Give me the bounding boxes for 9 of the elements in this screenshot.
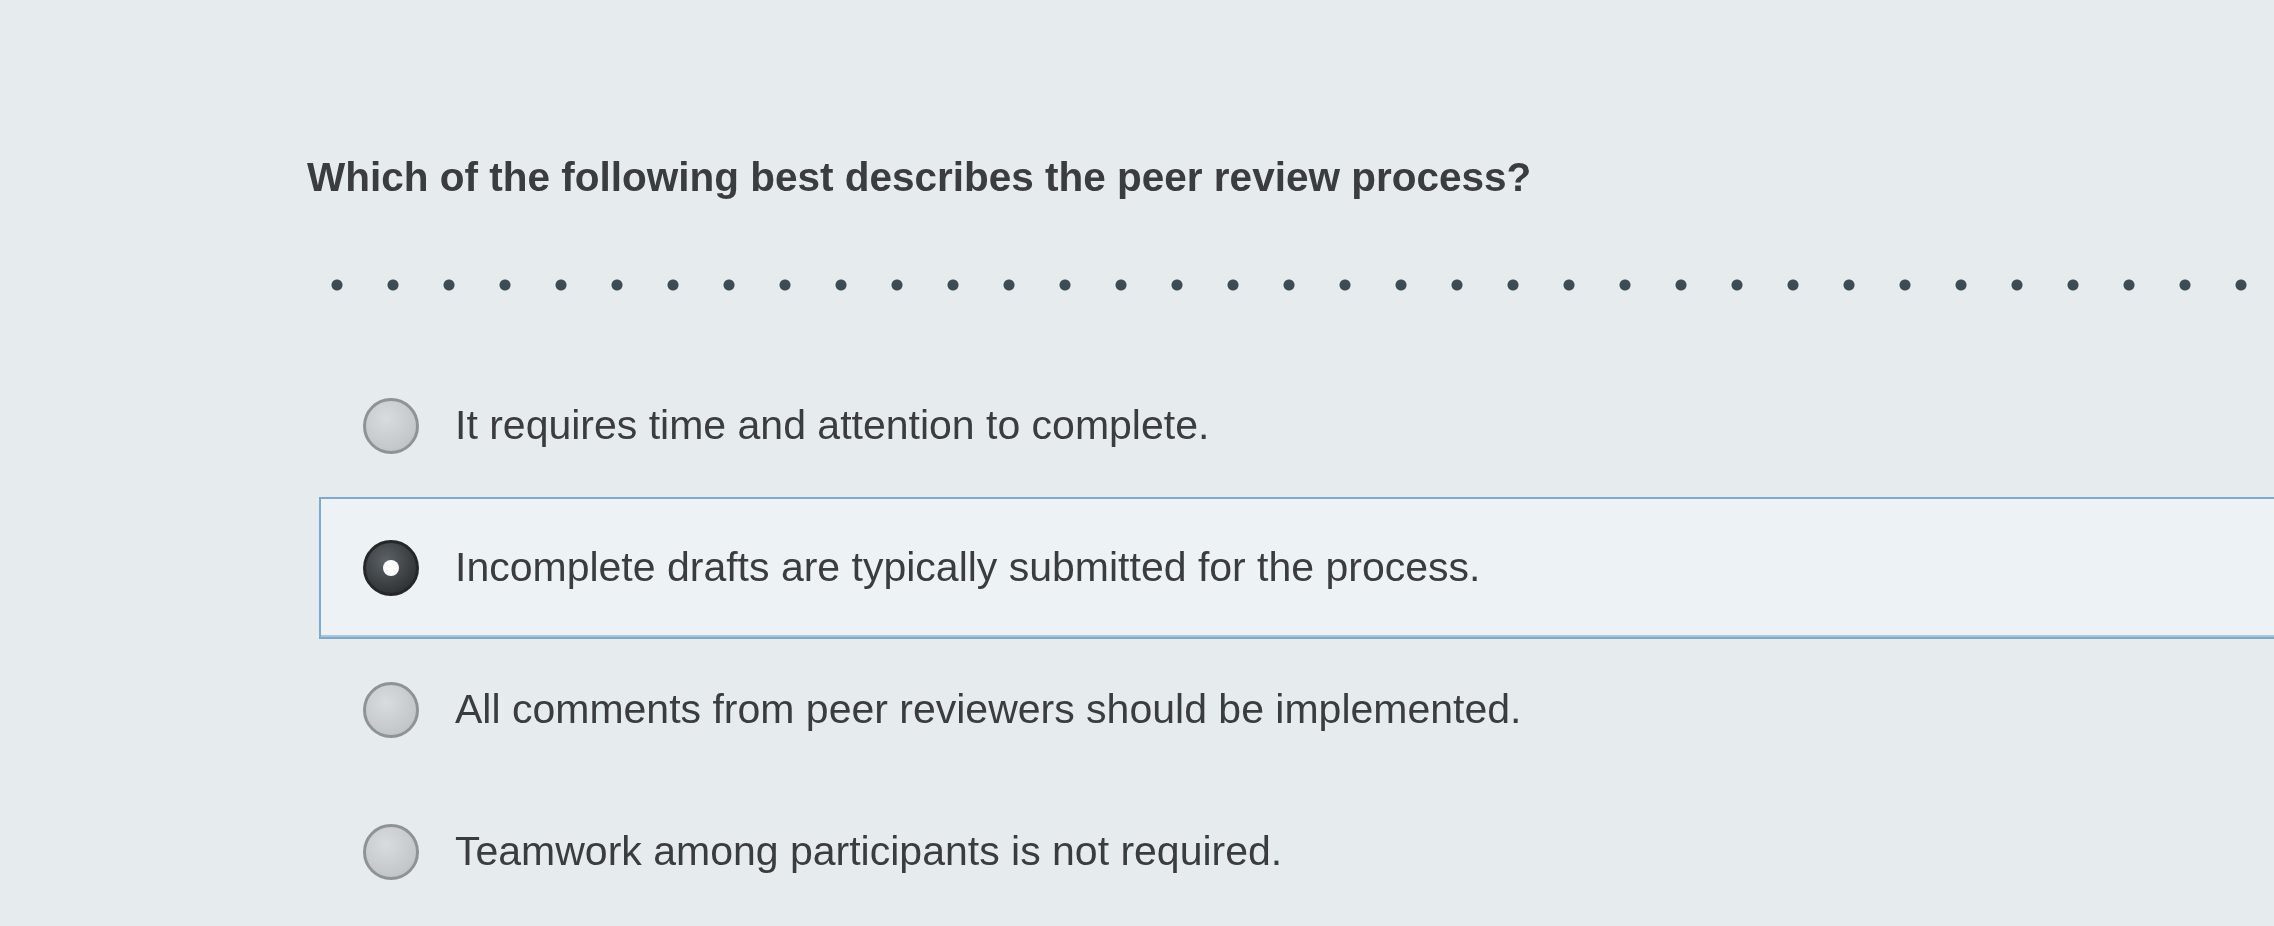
option-text: It requires time and attention to complete.	[455, 401, 1210, 450]
question-text: Which of the following best describes the peer review process?	[307, 153, 1532, 202]
radio-button[interactable]	[363, 823, 419, 880]
radio-button[interactable]	[363, 397, 419, 454]
radio-button[interactable]	[363, 539, 419, 596]
option-text: All comments from peer reviewers should be implemented.	[455, 685, 1522, 734]
option-text: Incomplete drafts are typically submitted for the process.	[455, 543, 1481, 592]
radio-button[interactable]	[363, 681, 419, 738]
option-text: Teamwork among participants is not required.	[455, 827, 1283, 876]
